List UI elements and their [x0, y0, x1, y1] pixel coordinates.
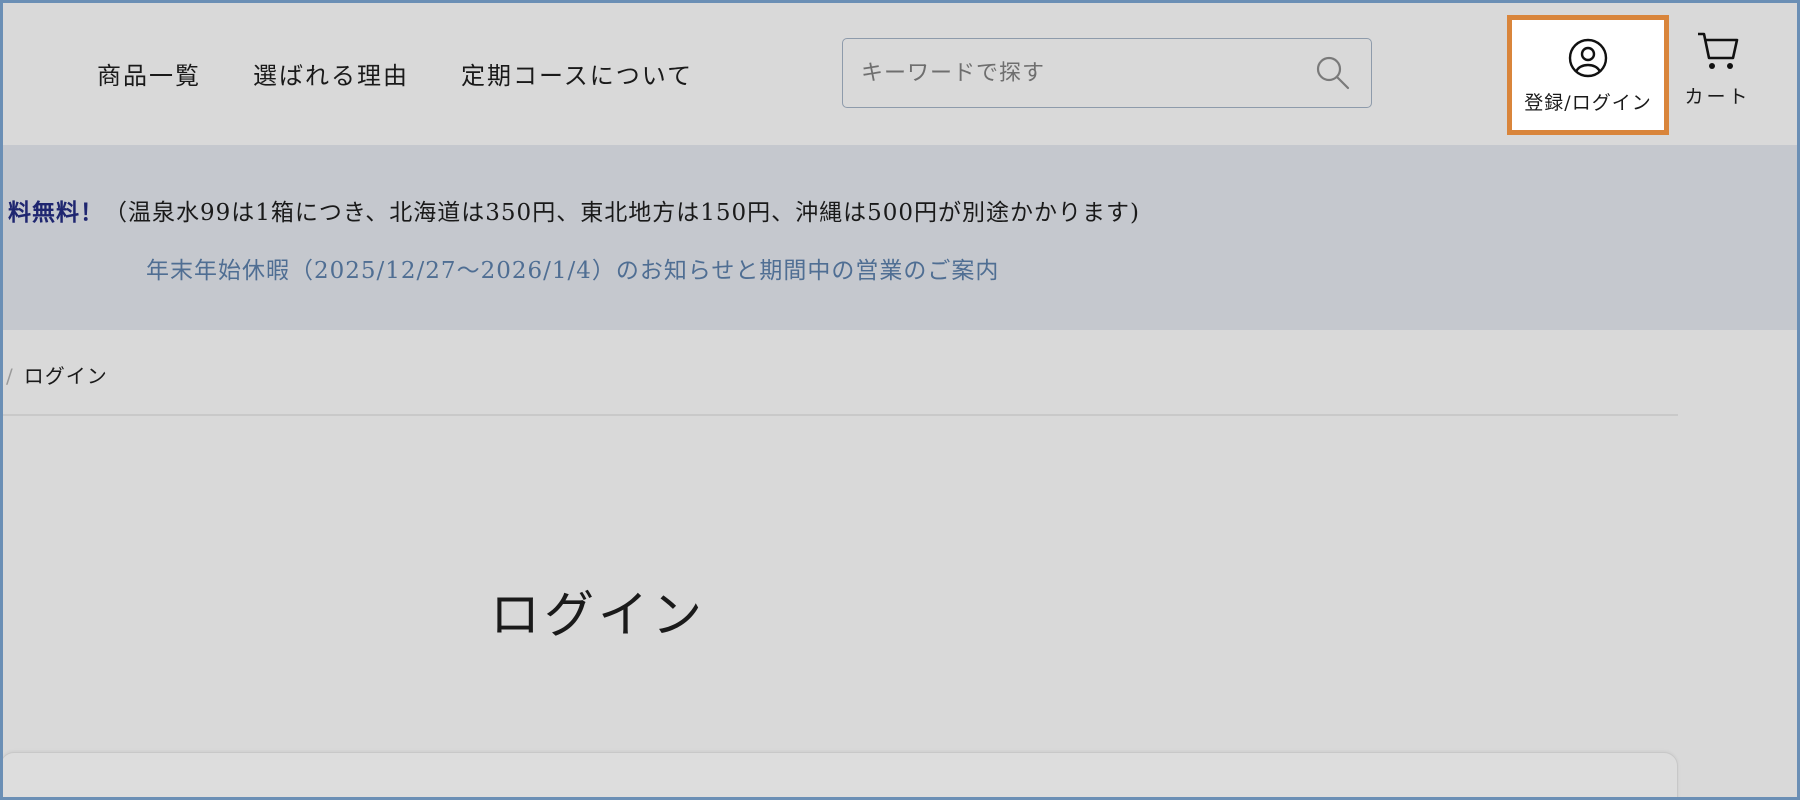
- search-icon[interactable]: [1311, 51, 1355, 95]
- nav-item-products[interactable]: 商品一覧: [97, 56, 201, 91]
- login-card: [0, 752, 1678, 800]
- cart-button[interactable]: カート: [1680, 28, 1755, 118]
- login-button[interactable]: 登録/ログイン: [1507, 15, 1669, 135]
- breadcrumb-current: ログイン: [23, 364, 108, 388]
- breadcrumb: / ログイン: [6, 360, 108, 389]
- divider: [0, 414, 1678, 416]
- user-icon: [1566, 36, 1610, 80]
- breadcrumb-separator: /: [6, 364, 14, 388]
- holiday-notice-link[interactable]: 年末年始休暇（2025/12/27〜2026/1/4）のお知らせと期間中の営業の…: [146, 251, 999, 285]
- notice-banner: 料無料！（温泉水99は1箱につき、北海道は350円、東北地方は150円、沖縄は5…: [0, 145, 1800, 330]
- shipping-text: （温泉水99は1箱につき、北海道は350円、東北地方は150円、沖縄は500円が…: [104, 200, 1140, 226]
- cart-icon: [1695, 28, 1741, 74]
- shipping-highlight: 料無料！: [8, 199, 104, 226]
- page-title: ログイン: [490, 586, 706, 644]
- nav-item-subscription[interactable]: 定期コースについて: [461, 56, 693, 91]
- site-header: 商品一覧 選ばれる理由 定期コースについて 登録/ログイン: [0, 0, 1800, 145]
- login-label: 登録/ログイン: [1524, 91, 1652, 114]
- shipping-notice: 料無料！（温泉水99は1箱につき、北海道は350円、東北地方は150円、沖縄は5…: [8, 193, 1140, 227]
- main-nav: 商品一覧 選ばれる理由 定期コースについて: [97, 56, 693, 91]
- search-box: [842, 38, 1372, 108]
- search-input[interactable]: [843, 39, 1311, 107]
- cart-label: カート: [1684, 86, 1751, 108]
- nav-item-reasons[interactable]: 選ばれる理由: [253, 56, 409, 91]
